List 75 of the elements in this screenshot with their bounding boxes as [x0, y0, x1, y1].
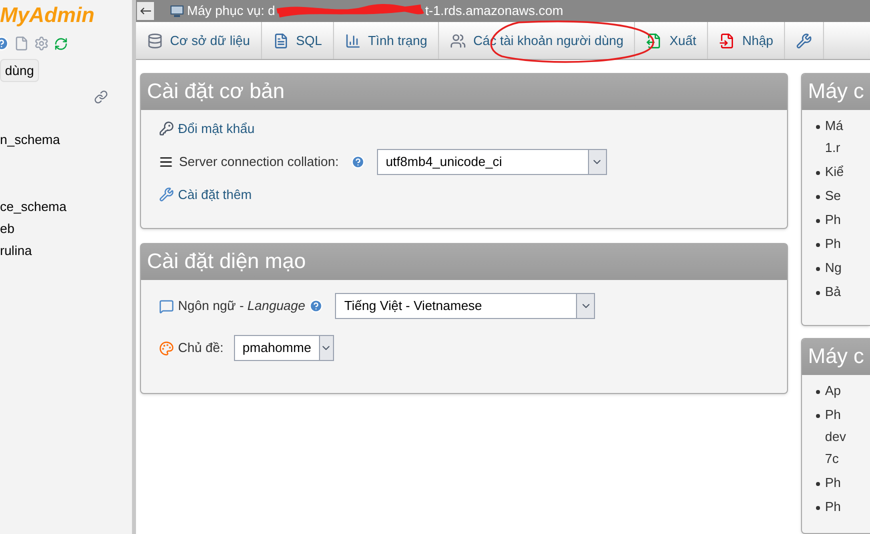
info-text: Se: [824, 188, 841, 204]
logo: MyAdmin: [0, 5, 96, 26]
language-label: Ngôn ngữ - Language: [178, 297, 306, 316]
bullet-icon: [816, 482, 820, 486]
info-text: Ph: [824, 475, 841, 491]
info-text: Ph: [824, 499, 841, 515]
database-item[interactable]: n_schema: [0, 129, 132, 151]
nav-tab[interactable]: SQL: [262, 22, 334, 59]
database-item[interactable]: rulina: [0, 240, 132, 262]
panel-header: Máy c: [802, 74, 870, 110]
bullet-icon: [816, 195, 820, 199]
panel-header: Cài đặt diện mạo: [141, 244, 787, 280]
more-settings-link[interactable]: Cài đặt thêm: [178, 184, 252, 204]
reload-icon[interactable]: [54, 36, 68, 50]
bullet-icon: [816, 390, 820, 394]
tab-label: Cơ sở dữ liệu: [170, 32, 250, 50]
server-name[interactable]: Máy phục vụ: d: [187, 1, 276, 21]
wrench-icon: [159, 186, 174, 202]
bullet-icon: [816, 171, 820, 175]
settings-icon[interactable]: [34, 36, 49, 51]
tab-label: Xuất: [669, 32, 696, 50]
bullet-icon: [816, 219, 820, 223]
info-text: Ng: [824, 260, 842, 276]
nav-tab[interactable]: Xuất: [635, 22, 708, 59]
users-icon: [450, 32, 466, 48]
document-icon: [272, 32, 289, 48]
info-text: Má: [824, 118, 844, 134]
bullet-icon: [816, 506, 820, 510]
server-name[interactable]: t-1.rds.amazonaws.com: [425, 1, 564, 21]
nav-tab[interactable]: Tình trạng: [334, 22, 440, 59]
language-select[interactable]: Tiếng Việt - Vietnamese: [335, 293, 596, 319]
bullet-icon: [816, 291, 820, 295]
collation-select[interactable]: utf8mb4_unicode_ci: [376, 148, 607, 174]
help-icon[interactable]: [350, 154, 365, 168]
panel-header: Máy c: [802, 339, 870, 375]
sidebar-button[interactable]: dùng: [0, 59, 39, 82]
nav-tab[interactable]: Cơ sở dữ liệu: [136, 22, 262, 59]
bullet-icon: [816, 125, 820, 129]
info-text: Ph: [824, 407, 842, 423]
bar-chart-icon: [344, 32, 361, 48]
info-text: 1.r: [824, 140, 842, 156]
info-text: Ph: [824, 212, 841, 228]
theme-select[interactable]: pmahomme: [234, 335, 334, 361]
language-icon: [159, 298, 174, 314]
theme-label: Chủ đề:: [178, 339, 224, 358]
nav-tab[interactable]: Nhập: [708, 22, 786, 59]
import-icon: [719, 32, 736, 48]
info-text: Ap: [824, 383, 841, 399]
palette-icon: [159, 340, 174, 356]
info-text: 7c: [824, 451, 840, 467]
link-icon[interactable]: [94, 90, 108, 104]
bullet-icon: [816, 243, 820, 247]
server-icon: [170, 4, 184, 18]
info-text: dev: [824, 429, 846, 445]
database-item[interactable]: ce_schema: [0, 196, 132, 218]
help-icon[interactable]: [309, 299, 324, 313]
back-arrow-icon: [140, 7, 151, 15]
settings-icon: [796, 32, 812, 48]
bullet-icon: [816, 414, 820, 418]
tab-label: Tình trạng: [368, 32, 428, 50]
export-icon: [646, 32, 662, 48]
collation-label: Server connection collation:: [179, 152, 339, 171]
database-item[interactable]: eb: [0, 218, 132, 240]
list-icon: [159, 154, 173, 168]
tab-label: Nhập: [742, 32, 774, 50]
key-icon: [159, 121, 174, 136]
info-text: Bả: [824, 284, 841, 300]
info-text: Kiể: [824, 164, 844, 180]
panel-header: Cài đặt cơ bản: [141, 74, 787, 110]
info-text: Ph: [824, 236, 841, 252]
tab-label: SQL: [296, 32, 322, 50]
bullet-icon: [816, 267, 820, 271]
document-icon[interactable]: [14, 36, 29, 51]
database-icon: [147, 32, 163, 48]
change-password-link[interactable]: Đổi mật khẩu: [178, 119, 255, 138]
